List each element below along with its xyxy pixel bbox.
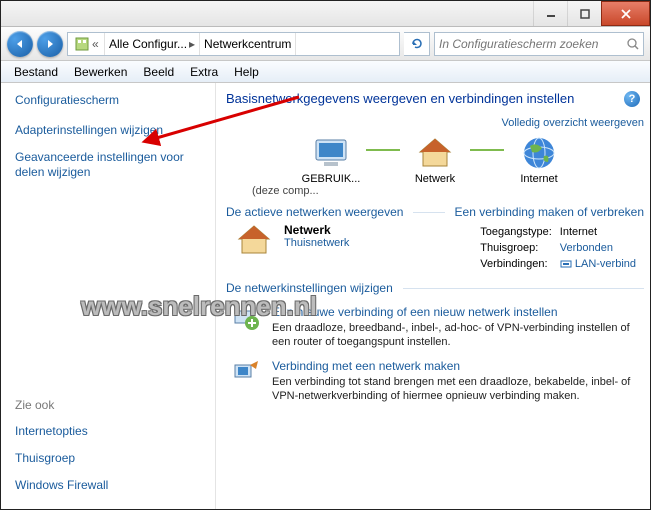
window: « Alle Configur...▸ Netwerkcentrum Besta… [0,0,651,510]
maximize-icon [580,9,590,19]
seealso-homegroup[interactable]: Thuisgroep [15,451,203,466]
task-connect-network-desc: Een verbinding tot stand brengen met een… [272,375,638,403]
seealso-internet-options[interactable]: Internetopties [15,424,203,439]
connect-network-icon [232,359,260,387]
connection-link[interactable]: LAN-verbind [575,258,636,270]
house-icon [236,223,272,257]
close-button[interactable] [601,1,650,26]
settings-tasks: Een nieuwe verbinding of een nieuw netwe… [226,305,644,403]
seealso-header: Zie ook [15,398,203,412]
menu-edit[interactable]: Bewerken [67,64,134,80]
arrow-right-icon [44,38,56,50]
task-new-connection[interactable]: Een nieuwe verbinding of een nieuw netwe… [232,305,638,349]
globe-icon [522,136,556,170]
connection-line [470,149,504,151]
task-adapter-settings[interactable]: Adapterinstellingen wijzigen [15,123,203,138]
page-title: Basisnetwerkgegevens weergeven en verbin… [226,91,644,107]
task-connect-network[interactable]: Verbinding met een netwerk maken Een ver… [232,359,638,403]
change-settings-header: De netwerkinstellingen wijzigen [226,281,393,295]
refresh-icon [410,37,424,51]
task-new-connection-desc: Een draadloze, breedband-, inbel-, ad-ho… [272,321,638,349]
sidebar-header[interactable]: Configuratiescherm [15,93,203,107]
refresh-button[interactable] [404,32,430,56]
arrow-left-icon [14,38,26,50]
network-type-link[interactable]: Thuisnetwerk [284,237,349,249]
homegroup-link[interactable]: Verbonden [560,242,613,254]
map-internet[interactable]: Internet [508,135,570,185]
map-this-pc[interactable]: GEBRUIK... [300,135,362,185]
active-networks-header: De actieve netwerken weergeven [226,205,403,219]
network-map: GEBRUIK... Netwerk Internet [226,135,644,185]
search-icon [626,37,639,51]
minimize-button[interactable] [533,1,567,26]
menu-file[interactable]: Bestand [7,64,65,80]
connections-label: Verbindingen: [480,257,558,271]
menu-view[interactable]: Beeld [136,64,181,80]
network-name: Netwerk [284,223,349,237]
address-bar[interactable]: « Alle Configur...▸ Netwerkcentrum [67,32,400,56]
close-icon [620,9,632,19]
computer-icon [312,138,350,168]
titlebar [1,1,650,27]
menu-help[interactable]: Help [227,64,266,80]
breadcrumb-label: Alle Configur... [109,37,187,51]
menu-extra[interactable]: Extra [183,64,225,80]
task-new-connection-title[interactable]: Een nieuwe verbinding of een nieuw netwe… [272,305,558,319]
maximize-button[interactable] [567,1,601,26]
control-panel-icon[interactable]: « [68,33,105,55]
new-connection-icon [232,305,260,333]
task-connect-network-title[interactable]: Verbinding met een netwerk maken [272,359,460,373]
content-pane: ? Basisnetwerkgegevens weergeven en verb… [216,83,650,509]
search-box[interactable] [434,32,644,56]
network-properties: Toegangstype:Internet Thuisgroep:Verbond… [478,223,644,273]
map-pc-subtext: (deze comp... [252,185,644,197]
forward-button[interactable] [37,31,63,57]
access-label: Toegangstype: [480,225,558,239]
house-icon [417,136,453,170]
connect-disconnect-link[interactable]: Een verbinding maken of verbreken [455,205,644,219]
breadcrumb-label: Netwerkcentrum [204,37,291,51]
active-network-item: Netwerk Thuisnetwerk Toegangstype:Intern… [236,223,644,273]
map-network-label: Netwerk [415,173,455,185]
minimize-icon [546,9,556,19]
sidebar: Configuratiescherm Adapterinstellingen w… [1,83,216,509]
seealso-firewall[interactable]: Windows Firewall [15,478,203,493]
menu-bar: Bestand Bewerken Beeld Extra Help [1,61,650,83]
task-advanced-sharing[interactable]: Geavanceerde instellingen voor delen wij… [15,150,203,180]
full-map-link[interactable]: Volledig overzicht weergeven [502,117,644,129]
map-internet-label: Internet [520,173,557,185]
breadcrumb-segment-1[interactable]: Alle Configur...▸ [105,33,200,55]
main-area: Configuratiescherm Adapterinstellingen w… [1,83,650,509]
back-button[interactable] [7,31,33,57]
map-network[interactable]: Netwerk [404,135,466,185]
access-value: Internet [560,225,642,239]
help-button[interactable]: ? [624,91,640,107]
homegroup-label: Thuisgroep: [480,241,558,255]
lan-icon [560,259,572,269]
search-input[interactable] [439,37,626,51]
breadcrumb-segment-2[interactable]: Netwerkcentrum [200,33,296,55]
connection-line [366,149,400,151]
navigation-bar: « Alle Configur...▸ Netwerkcentrum [1,27,650,61]
map-pc-label: GEBRUIK... [302,173,361,185]
